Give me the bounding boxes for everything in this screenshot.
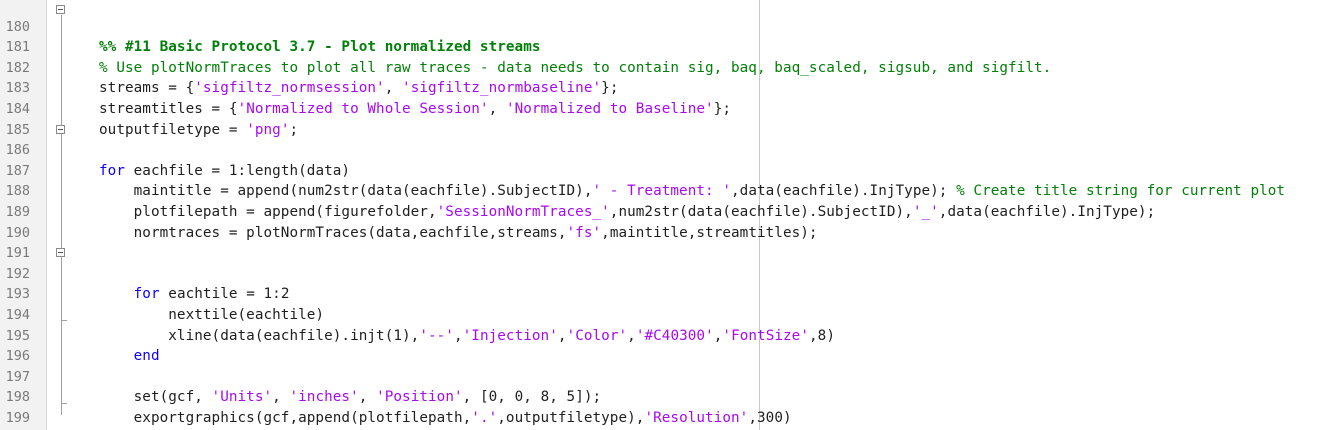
- code-line[interactable]: 189 normtraces = plotNormTraces(data,eac…: [0, 181, 1329, 241]
- code-line[interactable]: 187 maintitle = append(num2str(data(each…: [0, 140, 1329, 200]
- code-line[interactable]: 196: [0, 326, 1329, 364]
- code-line[interactable]: 194 xline(data(eachfile).injt(1),'--','I…: [0, 284, 1329, 344]
- code-line[interactable]: 180 %% #11 Basic Protocol 3.7 - Plot nor…: [0, 0, 1329, 56]
- code-line[interactable]: 197 set(gcf, 'Units', 'inches', 'Positio…: [0, 346, 1329, 406]
- code-line[interactable]: 182 streams = {'sigfiltz_normsession', '…: [0, 37, 1329, 97]
- code-line[interactable]: 199 end: [0, 387, 1329, 426]
- code-line[interactable]: 191: [0, 223, 1329, 261]
- code-editor[interactable]: 180 %% #11 Basic Protocol 3.7 - Plot nor…: [0, 0, 1329, 430]
- code-line[interactable]: 190: [0, 202, 1329, 241]
- code-line[interactable]: 186 for eachfile = 1:length(data): [0, 120, 1329, 179]
- code-line[interactable]: 183 streamtitles = {'Normalized to Whole…: [0, 58, 1329, 117]
- code-line[interactable]: 184 outputfiletype = 'png';: [0, 78, 1329, 138]
- code-line[interactable]: 185: [0, 99, 1329, 138]
- code-line[interactable]: 200: [0, 408, 1329, 429]
- code-line[interactable]: 192 for eachtile = 1:2: [0, 243, 1329, 303]
- code-line[interactable]: 198 exportgraphics(gcf,append(plotfilepa…: [0, 367, 1329, 426]
- code-line[interactable]: 195 end: [0, 305, 1329, 365]
- code-line[interactable]: 188 plotfilepath = append(figurefolder,'…: [0, 161, 1329, 220]
- code-line[interactable]: 181 % Use plotNormTraces to plot all raw…: [0, 17, 1329, 76]
- code-line[interactable]: 193 nexttile(eachtile): [0, 264, 1329, 323]
